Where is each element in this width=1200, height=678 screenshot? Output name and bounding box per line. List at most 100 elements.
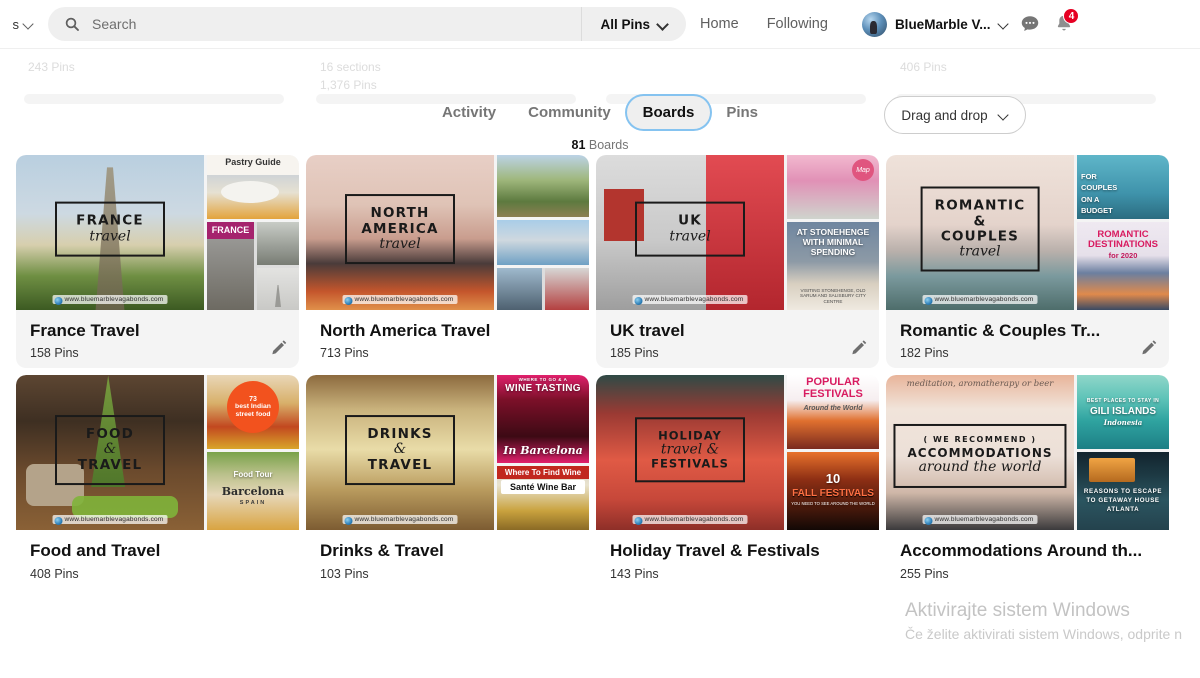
notification-badge: 4 — [1063, 8, 1080, 24]
cover-text: DRINKS & TRAVEL — [345, 414, 455, 485]
thumb-caption-2: for 2020 — [1108, 251, 1138, 260]
scope-filter-all-pins[interactable]: All Pins — [581, 7, 686, 41]
avatar — [861, 11, 887, 37]
cover-line-1: HOLIDAY — [658, 428, 722, 443]
board-pin-count: 185 Pins — [610, 346, 659, 361]
thumb-caption-2: Santé Wine Bar — [501, 480, 585, 495]
nav-link-home[interactable]: Home — [686, 16, 753, 32]
cover-line-1: NORTH AMERICA — [361, 205, 439, 237]
chevron-down-icon — [998, 19, 1009, 30]
notifications-button[interactable]: 4 — [1047, 7, 1081, 41]
board-thumbnail: 73 best Indian street food — [207, 375, 299, 450]
thumb-caption-2: Around the World — [803, 405, 863, 413]
board-thumbnails: WHERE TO GO & A WINE TASTING In Barcelon… — [497, 375, 589, 531]
board-card[interactable]: HOLIDAY travel & FESTIVALS www.bluemarbl… — [596, 375, 879, 589]
site-watermark: www.bluemarblevagabonds.com — [922, 295, 1038, 305]
thumb-caption: AT STONEHENGE WITH MINIMAL SPENDING — [796, 227, 870, 257]
search-input[interactable] — [92, 7, 582, 41]
board-thumbnails: POPULAR FESTIVALS Around the World 10 FA… — [787, 375, 879, 531]
message-bubble-icon — [1022, 16, 1039, 32]
thumb-caption: Map — [852, 159, 874, 181]
board-info: Drinks & Travel 103 Pins — [306, 530, 589, 580]
messages-button[interactable] — [1013, 7, 1047, 41]
ghost-pins-mid: 1,376 Pins — [320, 78, 377, 92]
tab-boards[interactable]: Boards — [626, 95, 711, 129]
board-card[interactable]: NORTH AMERICA travel www.bluemarblevagab… — [306, 155, 589, 369]
board-preview: NORTH AMERICA travel www.bluemarblevagab… — [306, 155, 589, 310]
board-card[interactable]: meditation, aromatherapy or beer ( WE RE… — [886, 375, 1169, 589]
thumb-caption: POPULAR FESTIVALS — [803, 376, 863, 400]
tab-activity[interactable]: Activity — [426, 96, 512, 129]
board-cover-image: UK travel www.bluemarblevagabonds.com — [596, 155, 784, 310]
board-cover-image: ROMANTIC & COUPLES travel www.bluemarble… — [886, 155, 1074, 310]
board-title: Accommodations Around th... — [900, 541, 1143, 561]
board-thumbnail: AT STONEHENGE WITH MINIMAL SPENDING VISI… — [787, 222, 879, 310]
sort-order-dropdown[interactable]: Drag and drop — [884, 96, 1026, 134]
chevron-down-icon — [998, 110, 1009, 121]
board-pin-count: 158 Pins — [30, 346, 79, 361]
board-title: Holiday Travel & Festivals — [610, 541, 820, 561]
tab-pins[interactable]: Pins — [710, 96, 774, 129]
thumb-caption-2: In Barcelona — [503, 443, 583, 457]
board-thumbnail: Pastry Guide — [207, 155, 299, 219]
cover-line-1: FOOD — [85, 425, 135, 442]
thumb-cream-shape — [221, 181, 279, 203]
header-actions: BlueMarble V... 4 — [852, 7, 1082, 41]
thumb-caption: best Indian street food — [235, 403, 271, 418]
ghost-pins-left: 243 Pins — [28, 60, 75, 74]
cover-line-2: travel — [959, 243, 1001, 260]
thumb-subcaption: VISITING STONEHENGE, OLD SARUM AND SALIS… — [800, 288, 866, 304]
boards-grid: FRANCE travel www.bluemarblevagabonds.co… — [16, 155, 1184, 589]
board-thumbnail: FRANCE — [207, 222, 254, 310]
cover-text: ROMANTIC & COUPLES travel — [920, 186, 1040, 272]
tab-community[interactable]: Community — [512, 96, 627, 129]
board-title: Romantic & Couples Tr... — [900, 321, 1101, 340]
board-thumbnail: Map — [787, 155, 879, 219]
edit-board-icon[interactable] — [849, 338, 869, 358]
board-card[interactable]: FOOD & TRAVEL www.bluemarblevagabonds.co… — [16, 375, 299, 589]
ghost-pins-right: 406 Pins — [900, 60, 947, 74]
left-overflow-control[interactable]: s — [0, 17, 38, 32]
top-header: s All Pins Home Following BlueMarble V..… — [0, 0, 1200, 49]
board-pin-count: 255 Pins — [900, 566, 949, 581]
left-overflow-label: s — [12, 16, 20, 32]
thumb-caption: WINE TASTING — [505, 383, 581, 395]
board-pin-count: 143 Pins — [610, 566, 659, 581]
board-thumbnail — [257, 222, 299, 265]
cover-line-0: ( WE RECOMMEND ) — [923, 434, 1037, 444]
site-watermark: www.bluemarblevagabonds.com — [52, 295, 168, 305]
site-watermark: www.bluemarblevagabonds.com — [922, 515, 1038, 525]
cover-top-script: meditation, aromatherapy or beer — [906, 379, 1054, 390]
thumb-caption-3: SPAIN — [239, 500, 267, 507]
edit-board-icon[interactable] — [1139, 338, 1159, 358]
board-info: Food and Travel 408 Pins — [16, 530, 299, 580]
search-bar[interactable]: All Pins — [48, 7, 686, 41]
thumb-caption: FRANCE — [207, 222, 254, 239]
board-thumbnails — [497, 155, 589, 310]
account-menu[interactable]: BlueMarble V... — [852, 11, 1014, 37]
board-card[interactable]: DRINKS & TRAVEL www.bluemarblevagabonds.… — [306, 375, 589, 589]
thumb-caption: Food Tour — [233, 470, 273, 480]
edit-board-icon[interactable] — [269, 338, 289, 358]
board-preview: FOOD & TRAVEL www.bluemarblevagabonds.co… — [16, 375, 299, 531]
cover-line-amp: & — [103, 440, 117, 457]
board-thumbnail: WHERE TO GO & A WINE TASTING In Barcelon… — [497, 375, 589, 464]
thumb-badge: 10 — [825, 471, 841, 487]
thumb-caption-2: Barcelona — [221, 485, 285, 499]
board-thumbnail — [497, 268, 542, 310]
nav-link-following[interactable]: Following — [753, 16, 842, 32]
board-info: Holiday Travel & Festivals 143 Pins — [596, 530, 879, 580]
thumb-caption-2: YOU NEED TO SEE AROUND THE WORLD — [791, 501, 875, 507]
board-thumbnail — [497, 155, 589, 217]
board-count-number: 81 — [571, 138, 586, 152]
board-preview: ROMANTIC & COUPLES travel www.bluemarble… — [886, 155, 1169, 310]
board-cover-image: HOLIDAY travel & FESTIVALS www.bluemarbl… — [596, 375, 784, 531]
board-cover-image: NORTH AMERICA travel www.bluemarblevagab… — [306, 155, 494, 310]
chevron-down-icon — [23, 19, 34, 30]
thumb-caption: FOR COUPLES ON A BUDGET — [1081, 172, 1118, 215]
board-card[interactable]: UK travel www.bluemarblevagabonds.com Ma… — [596, 155, 879, 369]
board-cover-image: FRANCE travel www.bluemarblevagabonds.co… — [16, 155, 204, 310]
board-card[interactable]: FRANCE travel www.bluemarblevagabonds.co… — [16, 155, 299, 369]
board-card[interactable]: ROMANTIC & COUPLES travel www.bluemarble… — [886, 155, 1169, 369]
thumb-supercaption: WHERE TO GO & A — [518, 377, 568, 383]
